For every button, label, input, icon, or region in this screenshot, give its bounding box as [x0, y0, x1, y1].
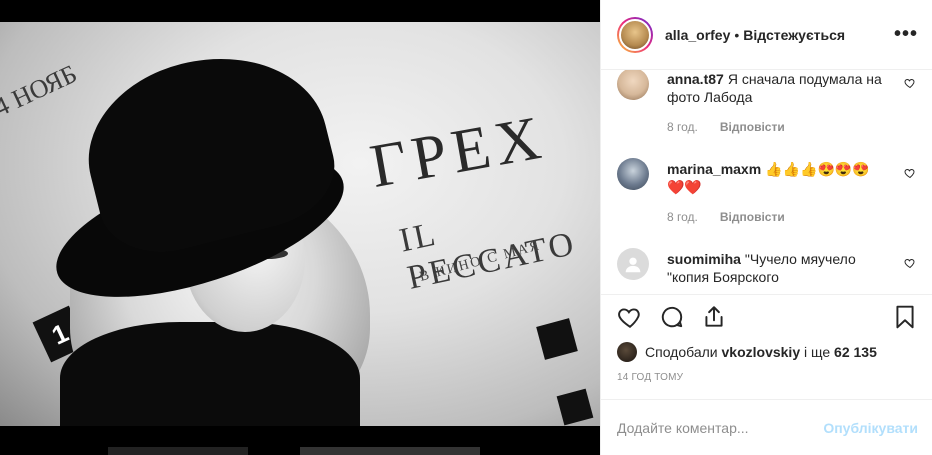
post-photo[interactable]: 4 НОЯБ ГРЕХ IL PECCATO В КИНО С МАЯ 1 [0, 22, 600, 426]
post-timestamp[interactable]: 14 ГОД ТОМУ [601, 366, 932, 388]
post-username[interactable]: alla_orfey [665, 27, 730, 43]
wall-text-title: ГРЕХ [365, 103, 552, 201]
separator-dot: • [734, 26, 740, 43]
wall-logo [556, 388, 594, 426]
reply-button[interactable]: Відповісти [720, 210, 785, 224]
post-actions-bar [601, 294, 932, 338]
post-header: alla_orfey • Відстежується ••• [601, 0, 932, 70]
publish-button[interactable]: Опублікувати [823, 420, 918, 436]
list-item: anna.t87 Я сначала подумала на фото Лабод… [617, 70, 916, 134]
reply-button[interactable]: Відповісти [720, 120, 785, 134]
likes-user[interactable]: vkozlovskiy [722, 344, 801, 360]
wall-logo [536, 318, 578, 360]
follow-status-button[interactable]: Відстежується [743, 27, 845, 43]
comment-username[interactable]: anna.t87 [667, 71, 724, 87]
background-thumbnail [300, 447, 480, 455]
likes-middle: і ще [804, 344, 831, 360]
comment-username[interactable]: marina_maxm [667, 161, 761, 177]
avatar[interactable] [617, 16, 653, 53]
dark-clothing-shape [60, 322, 360, 426]
comment-time[interactable]: 8 год. [667, 120, 698, 134]
list-item: suomimiha "Чучело мяучело "копия Боярског… [617, 248, 916, 286]
more-horizontal-icon[interactable]: ••• [894, 23, 918, 46]
heart-icon[interactable] [904, 76, 916, 89]
comment-input[interactable] [617, 419, 824, 436]
add-comment-bar: Опублікувати [601, 399, 932, 455]
likes-row: Сподобали vkozlovskiy і ще 62 135 [601, 338, 932, 366]
avatar[interactable] [617, 158, 649, 190]
heart-icon[interactable] [617, 304, 643, 330]
comment-time[interactable]: 8 год. [667, 210, 698, 224]
post-photo-area: 4 НОЯБ ГРЕХ IL PECCATO В КИНО С МАЯ 1 [0, 0, 600, 455]
likes-prefix: Сподобали [645, 344, 718, 360]
bookmark-icon[interactable] [892, 304, 918, 330]
heart-icon[interactable] [904, 256, 916, 269]
avatar[interactable] [617, 70, 649, 100]
comment-icon[interactable] [659, 304, 685, 330]
list-item: marina_maxm 👍👍👍😍😍😍 ❤️❤️ 8 год. Відповісти [617, 158, 916, 224]
background-thumbnail [108, 447, 248, 455]
avatar[interactable] [617, 342, 637, 362]
share-icon[interactable] [701, 304, 727, 330]
avatar[interactable] [617, 248, 649, 280]
post-side-panel: alla_orfey • Відстежується ••• anna.t87 Я… [600, 0, 932, 455]
comment-username[interactable]: suomimiha [667, 251, 741, 267]
likes-count[interactable]: 62 135 [834, 344, 877, 360]
heart-icon[interactable] [904, 166, 916, 179]
comments-list[interactable]: anna.t87 Я сначала подумала на фото Лабод… [601, 70, 932, 294]
wall-text-left: 4 НОЯБ [0, 58, 82, 123]
default-user-icon [625, 257, 641, 273]
